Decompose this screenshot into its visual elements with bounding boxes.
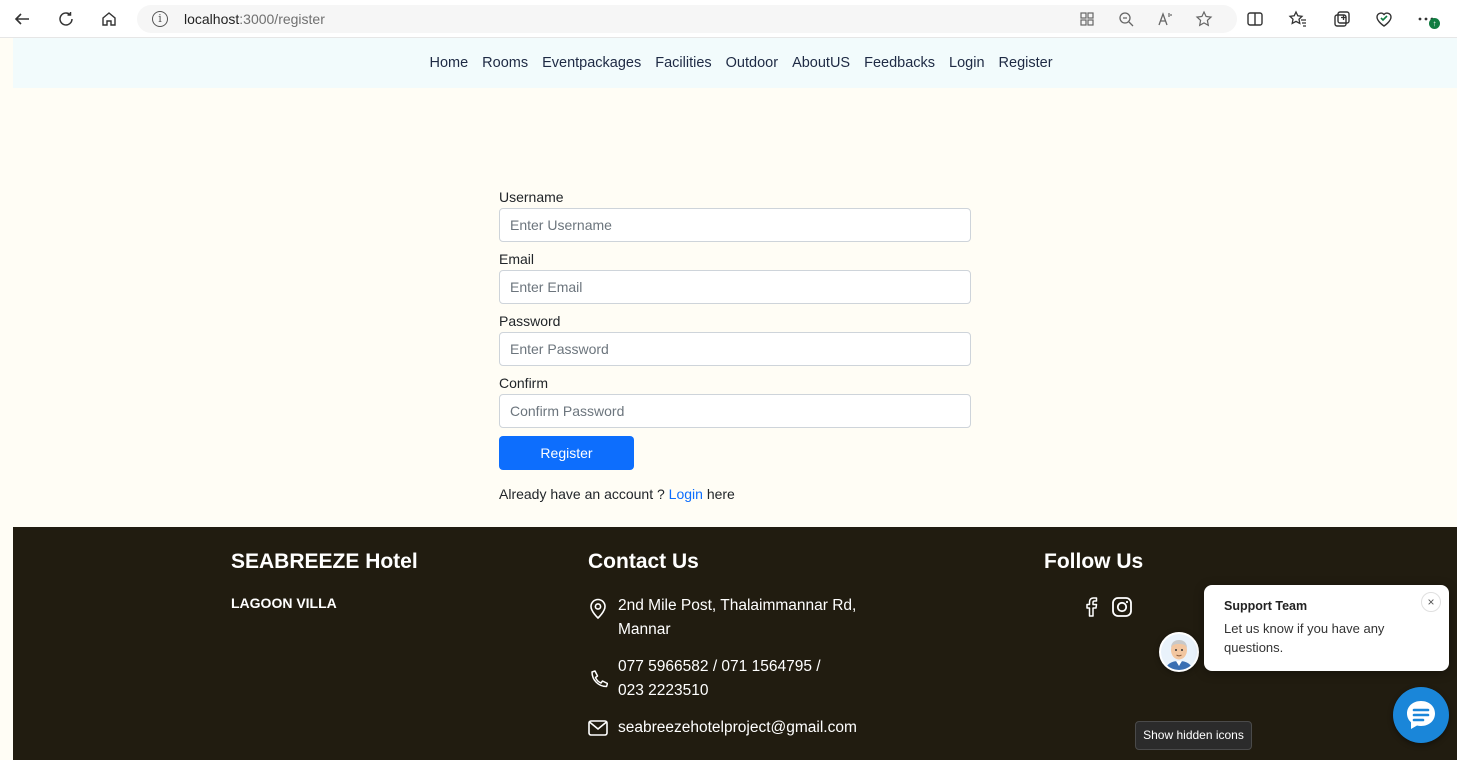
nav-link-login[interactable]: Login <box>949 55 984 71</box>
url-text: localhost:3000/register <box>184 11 325 27</box>
home-icon[interactable] <box>98 8 120 30</box>
refresh-icon[interactable] <box>55 8 77 30</box>
password-label: Password <box>499 313 561 329</box>
register-form: Username Email Password Confirm Register… <box>499 186 971 502</box>
back-icon[interactable] <box>11 8 33 30</box>
info-icon[interactable]: i <box>152 11 168 27</box>
confirm-password-input[interactable] <box>499 394 971 428</box>
support-agent-avatar-icon <box>1161 634 1197 670</box>
collections-icon[interactable] <box>1332 9 1352 29</box>
password-input[interactable] <box>499 332 971 366</box>
email-address: seabreezehotelproject@gmail.com <box>618 719 857 736</box>
nav-link-register[interactable]: Register <box>999 55 1053 71</box>
contact-heading: Contact Us <box>588 550 699 573</box>
nav-link-eventpackages[interactable]: Eventpackages <box>542 55 641 71</box>
system-tooltip: Show hidden icons <box>1135 721 1252 750</box>
nav-link-rooms[interactable]: Rooms <box>482 55 528 71</box>
facebook-icon[interactable] <box>1081 596 1101 618</box>
social-links <box>1081 596 1133 618</box>
split-screen-icon[interactable] <box>1245 9 1265 29</box>
address-line-1: 2nd Mile Post, Thalaimmannar Rd, <box>618 597 857 614</box>
email-label: Email <box>499 251 535 267</box>
hotel-subtitle: LAGOON VILLA <box>231 595 337 611</box>
read-aloud-icon[interactable] <box>1156 10 1174 28</box>
favorite-star-icon[interactable] <box>1195 10 1213 28</box>
url-host: localhost <box>184 11 240 27</box>
register-button[interactable]: Register <box>499 436 634 470</box>
zoom-icon[interactable] <box>1117 10 1135 28</box>
mail-icon <box>588 720 608 736</box>
support-avatar[interactable] <box>1159 632 1199 672</box>
confirm-label: Confirm <box>499 375 549 391</box>
chat-title: Support Team <box>1224 599 1308 613</box>
instagram-icon[interactable] <box>1111 596 1133 618</box>
phone-line-2: 023 2223510 <box>618 682 709 699</box>
browser-toolbar: i localhost:3000/register ↑ <box>0 0 1457 38</box>
phone-line-1: 077 5966582 / 071 1564795 / <box>618 658 821 675</box>
hotel-name: SEABREEZE Hotel <box>231 550 418 573</box>
chat-popup: Support Team Let us know if you have any… <box>1204 585 1449 671</box>
nav-link-aboutus[interactable]: AboutUS <box>792 55 850 71</box>
contact-phone: 077 5966582 / 071 1564795 / 023 2223510 <box>588 655 821 703</box>
nav-link-outdoor[interactable]: Outdoor <box>726 55 778 71</box>
phone-icon <box>591 670 608 688</box>
favorites-icon[interactable] <box>1288 9 1308 29</box>
chat-icon <box>1407 701 1435 729</box>
location-pin-icon <box>590 598 606 620</box>
contact-email: seabreezehotelproject@gmail.com <box>588 716 857 740</box>
username-input[interactable] <box>499 208 971 242</box>
chat-message: Let us know if you have any questions. <box>1224 621 1385 655</box>
login-link[interactable]: Login <box>669 486 703 502</box>
login-prompt-prefix: Already have an account ? <box>499 486 669 502</box>
follow-heading: Follow Us <box>1044 550 1144 573</box>
url-path: :3000/register <box>239 11 325 27</box>
login-prompt-suffix: here <box>702 486 735 502</box>
username-label: Username <box>499 189 564 205</box>
address-line-2: Mannar <box>618 621 671 638</box>
login-prompt: Already have an account ? Login here <box>499 486 971 502</box>
chat-launcher-button[interactable] <box>1393 687 1449 743</box>
nav-link-facilities[interactable]: Facilities <box>655 55 711 71</box>
nav-link-feedbacks[interactable]: Feedbacks <box>864 55 935 71</box>
app-available-icon[interactable] <box>1078 10 1096 28</box>
update-badge-icon: ↑ <box>1429 18 1440 29</box>
nav-link-home[interactable]: Home <box>429 55 468 71</box>
close-icon[interactable]: × <box>1421 592 1441 612</box>
address-bar[interactable]: i localhost:3000/register <box>137 5 1237 33</box>
site-navbar: Home Rooms Eventpackages Facilities Outd… <box>13 38 1457 88</box>
email-input[interactable] <box>499 270 971 304</box>
contact-address: 2nd Mile Post, Thalaimmannar Rd, Mannar <box>588 594 856 642</box>
browser-essentials-icon[interactable] <box>1374 9 1394 29</box>
